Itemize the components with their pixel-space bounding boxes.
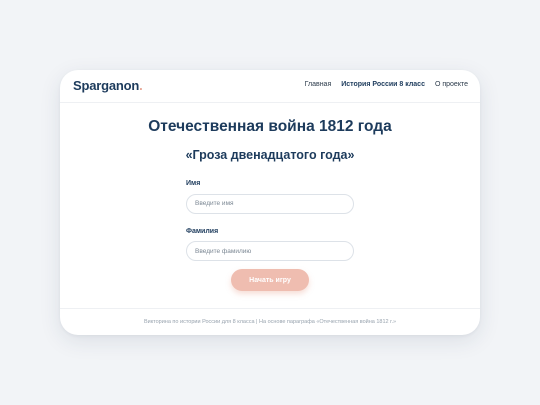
first-name-label: Имя bbox=[186, 180, 201, 187]
player-form: Имя Фамилия bbox=[186, 180, 354, 261]
page-title: Отечественная война 1812 года bbox=[148, 118, 392, 135]
site-header: Sparganon. Главная История России 8 клас… bbox=[60, 70, 480, 103]
last-name-input[interactable] bbox=[186, 241, 354, 261]
nav-link-russian-history[interactable]: История России 8 класс bbox=[341, 81, 425, 88]
site-logo[interactable]: Sparganon. bbox=[73, 78, 143, 93]
first-name-input[interactable] bbox=[186, 193, 354, 214]
app-window: Sparganon. Главная История России 8 клас… bbox=[60, 70, 480, 335]
nav-link-about[interactable]: О проекте bbox=[435, 81, 468, 88]
logo-text: Sparganon bbox=[73, 78, 140, 93]
last-name-label: Фамилия bbox=[186, 227, 219, 235]
site-footer: Викторина по истории России для 8 класса… bbox=[60, 308, 480, 335]
page-subtitle: «Гроза двенадцатого года» bbox=[185, 148, 355, 162]
first-name-group: Имя bbox=[186, 180, 354, 214]
logo-dot: . bbox=[139, 78, 143, 93]
main-nav: Главная История России 8 класс О проекте bbox=[305, 81, 468, 88]
nav-link-home[interactable]: Главная bbox=[305, 81, 332, 88]
last-name-group: Фамилия bbox=[186, 227, 354, 261]
start-game-button[interactable]: Начать игру bbox=[231, 269, 309, 291]
